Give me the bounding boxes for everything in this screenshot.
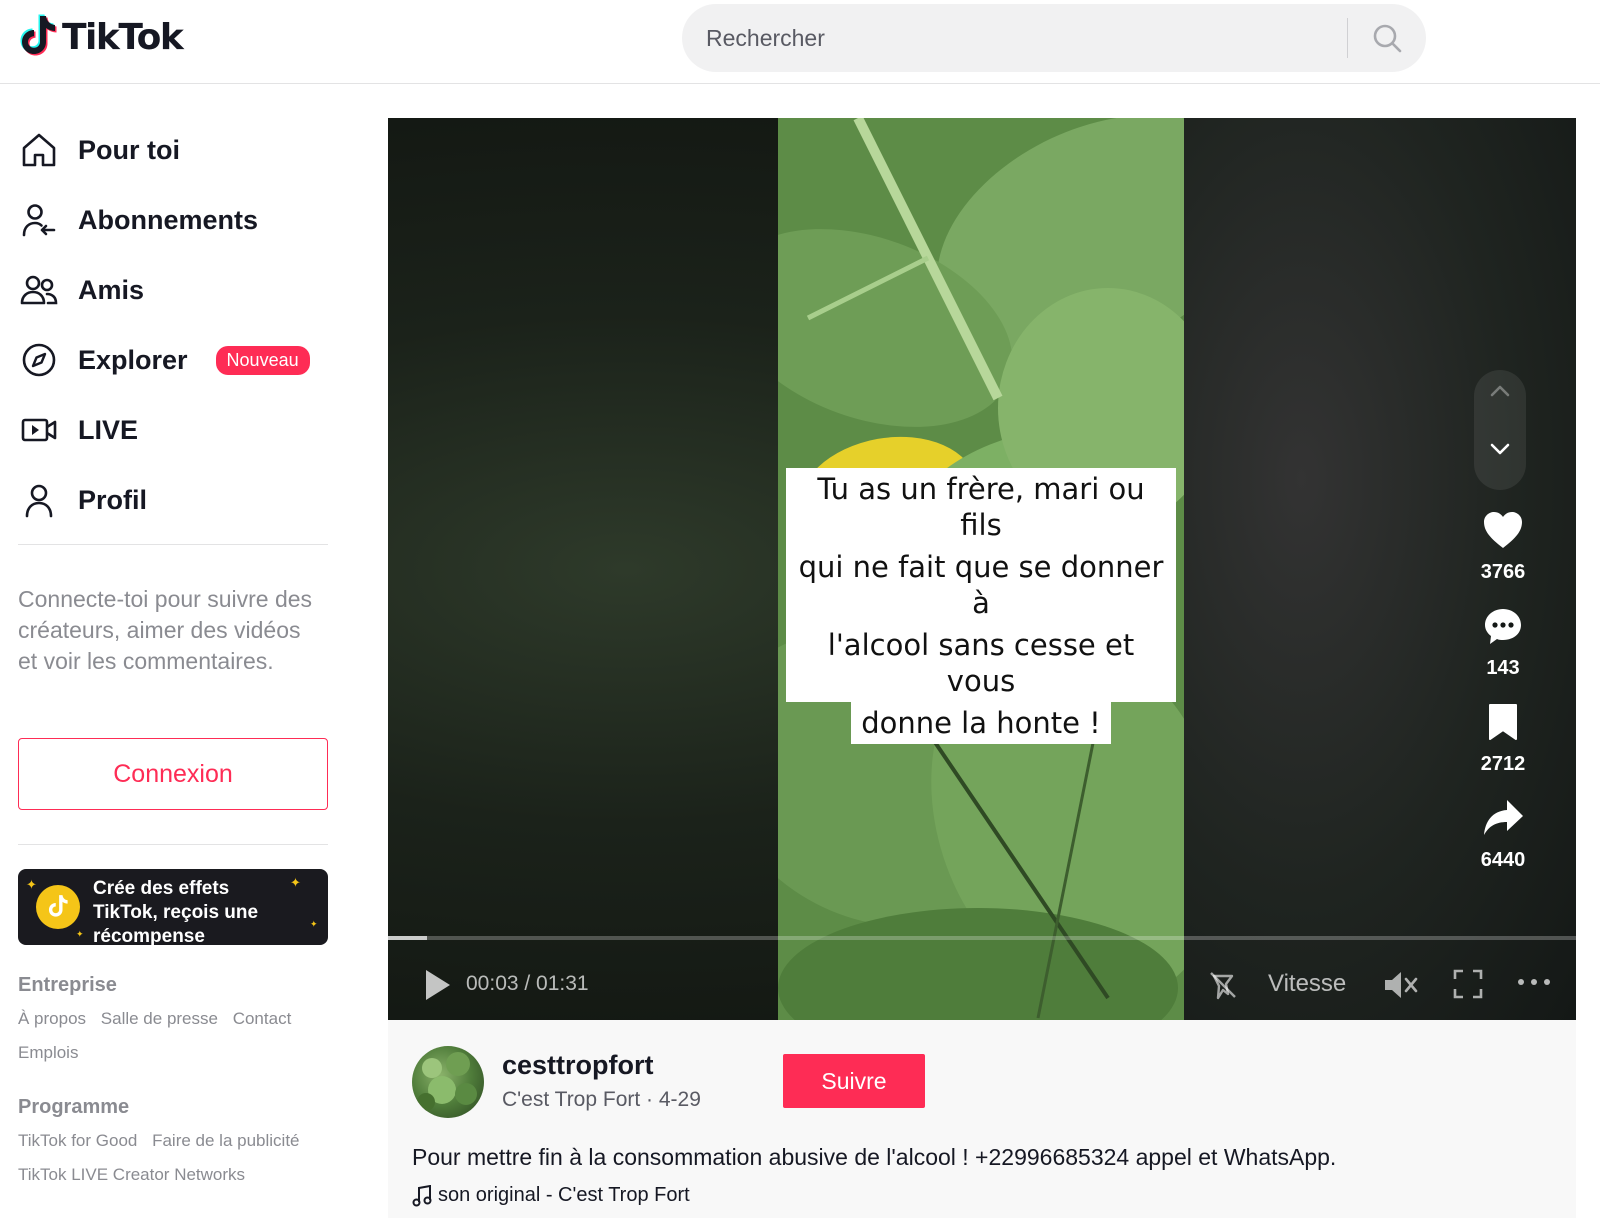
footer-link[interactable]: Faire de la publicité: [152, 1131, 299, 1150]
video-progress-fill: [388, 936, 428, 940]
fullscreen-icon[interactable]: [1452, 968, 1484, 1000]
music-link[interactable]: son original - C'est Trop Fort: [412, 1184, 690, 1207]
play-icon[interactable]: [420, 966, 454, 1004]
footer-program-title: Programme: [18, 1096, 130, 1118]
mute-icon[interactable]: [1382, 968, 1420, 1002]
like-action[interactable]: 3766: [1448, 510, 1558, 584]
footer-company-title: Entreprise: [18, 974, 117, 996]
share-action[interactable]: 6440: [1448, 798, 1558, 872]
footer-program-links: TikTok for Good Faire de la publicité Ti…: [18, 1124, 338, 1192]
comment-icon: [1485, 609, 1521, 644]
video-controls: 00:03 / 01:31 Vitesse: [388, 950, 1576, 1020]
following-icon: [18, 199, 60, 241]
video-time: 00:03 / 01:31: [466, 972, 589, 995]
search-button[interactable]: [1348, 4, 1426, 72]
footer-link[interactable]: TikTok for Good: [18, 1131, 137, 1150]
caption-line: donne la honte !: [851, 702, 1111, 744]
nav-label: LIVE: [78, 414, 139, 445]
more-options-icon[interactable]: [1516, 976, 1552, 988]
share-count: 6440: [1480, 849, 1526, 871]
profile-icon: [18, 479, 60, 521]
speed-button[interactable]: Vitesse: [1268, 970, 1346, 998]
sparkle-icon: ✦: [26, 877, 37, 892]
home-icon: [18, 129, 60, 171]
bookmark-icon: [1489, 704, 1517, 740]
follow-button[interactable]: Suivre: [783, 1054, 925, 1108]
nav-label: Explorer: [78, 344, 188, 375]
video-player[interactable]: Tu as un frère, mari ou fils qui ne fait…: [388, 118, 1576, 1020]
nav-item-abonnements[interactable]: Abonnements: [18, 190, 258, 250]
nav-label: Pour toi: [78, 134, 180, 165]
top-header: TikTok: [0, 0, 1600, 84]
music-title: son original - C'est Trop Fort: [438, 1184, 690, 1206]
video-side-actions: 3766 143 2712 6440: [1448, 118, 1558, 1020]
chevron-down-icon[interactable]: [1489, 438, 1511, 460]
nav-label: Profil: [78, 484, 148, 515]
login-button[interactable]: Connexion: [18, 738, 328, 810]
avatar-image: [417, 1052, 477, 1111]
comment-action[interactable]: 143: [1448, 606, 1558, 680]
like-count: 3766: [1480, 561, 1526, 583]
video-progress-bar[interactable]: [388, 936, 1576, 940]
comment-count: 143: [1486, 657, 1520, 679]
footer-link[interactable]: À propos: [18, 1009, 86, 1028]
video-frame[interactable]: Tu as un frère, mari ou fils qui ne fait…: [778, 118, 1184, 1020]
creator-username[interactable]: cesttropfort: [502, 1050, 654, 1081]
sparkle-icon: ✦: [310, 919, 318, 929]
footer-company-links: À propos Salle de presse Contact Emplois: [18, 1002, 338, 1070]
nav-item-amis[interactable]: Amis: [18, 260, 144, 320]
caption-line: l'alcool sans cesse et vous: [786, 624, 1176, 702]
creator-nickname-date: C'est Trop Fort · 4-29: [502, 1088, 701, 1111]
search-input[interactable]: [682, 4, 1347, 72]
post-description: Pour mettre fin à la consommation abusiv…: [412, 1144, 1337, 1170]
sidebar-divider: [18, 544, 328, 545]
search-bar: [682, 4, 1426, 72]
live-icon: [18, 409, 60, 451]
effects-banner-text: Crée des effets TikTok, reçois une récom…: [93, 878, 259, 945]
tiktok-logo-icon: [20, 14, 57, 56]
music-note-icon: [412, 1184, 432, 1206]
caption-line: qui ne fait que se donner à: [786, 546, 1176, 624]
effects-banner[interactable]: ✦ ✦ ✦ ✦ Crée des effets TikTok, reçois u…: [18, 869, 328, 945]
creator-avatar[interactable]: [412, 1046, 484, 1118]
login-hint-text: Connecte-toi pour suivre des créateurs, …: [18, 586, 313, 674]
nav-item-explorer[interactable]: Explorer Nouveau: [18, 330, 310, 390]
chevron-up-icon[interactable]: [1489, 380, 1511, 402]
nav-label: Abonnements: [78, 204, 259, 235]
post-info-panel: cesttropfort C'est Trop Fort · 4-29 Suiv…: [388, 1020, 1576, 1218]
share-icon: [1484, 800, 1523, 835]
footer-link[interactable]: TikTok LIVE Creator Networks: [18, 1165, 245, 1184]
save-count: 2712: [1480, 753, 1526, 775]
nav-item-pour-toi[interactable]: Pour toi: [18, 120, 180, 180]
save-action[interactable]: 2712: [1448, 702, 1558, 776]
video-caption: Tu as un frère, mari ou fils qui ne fait…: [786, 468, 1176, 744]
floating-player-off-icon[interactable]: [1206, 968, 1240, 1002]
search-icon: [1373, 24, 1402, 53]
sparkle-icon: ✦: [76, 929, 84, 939]
nav-item-live[interactable]: LIVE: [18, 400, 138, 460]
tiktok-logo[interactable]: TikTok: [18, 14, 184, 60]
nav-label: Amis: [78, 274, 145, 305]
sidebar: Pour toi Abonnements Amis Explorer Nouve…: [0, 84, 345, 1218]
friends-icon: [18, 269, 60, 311]
compass-icon: [18, 339, 60, 381]
new-badge: Nouveau: [215, 345, 310, 375]
logo-text: TikTok: [62, 16, 184, 58]
footer-link[interactable]: Salle de presse: [101, 1009, 218, 1028]
tiktok-coin-icon: [36, 885, 80, 929]
nav-item-profil[interactable]: Profil: [18, 470, 147, 530]
footer-link[interactable]: Emplois: [18, 1043, 78, 1062]
caption-line: Tu as un frère, mari ou fils: [786, 468, 1176, 546]
sidebar-divider: [18, 844, 328, 845]
heart-icon: [1484, 512, 1522, 548]
footer-link[interactable]: Contact: [233, 1009, 292, 1028]
